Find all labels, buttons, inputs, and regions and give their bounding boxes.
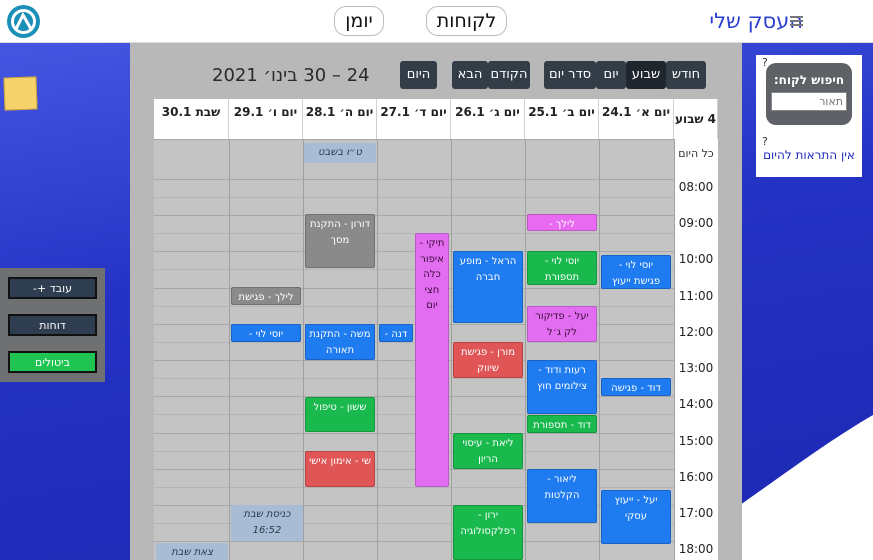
hour-label: 10:00 [678,252,714,266]
calendar-event[interactable]: יוסי לוי - תספורת [527,251,597,285]
week-number: 4 שבוע [674,99,718,139]
time-column [674,139,718,560]
calendar-event[interactable]: יעל - פדיקור לק ג׳ל [527,306,597,342]
shabbat-entry-event[interactable]: כניסת שבת 16:52 [231,505,303,541]
calendar-event[interactable]: יוסי לוי - פגישת ייעוץ [601,255,671,289]
calendar-event[interactable]: משה - התקנת תאורה [305,324,375,360]
all-day-label: כל היום [678,147,714,160]
logo-icon [11,9,36,34]
hour-label: 18:00 [678,542,714,556]
day-header-fri[interactable]: יום ו׳ 29.1 [229,99,303,139]
date-range-title: 24 – 30 בינו׳ 2021 [212,65,370,86]
hour-label: 09:00 [678,216,714,230]
shabbat-exit-event[interactable]: צאת שבת [156,543,228,560]
tab-diary[interactable]: יומן [334,6,384,36]
hour-label: 16:00 [678,470,714,484]
next-button[interactable]: הבא [452,61,488,89]
right-side-panel: ? חיפוש לקוח: ? אין התראות להיום [756,55,862,177]
alerts-help-icon[interactable]: ? [762,135,768,148]
week-view-button[interactable]: שבוע [626,61,666,89]
day-header-thu[interactable]: יום ה׳ 28.1 [303,99,377,139]
calendar-event[interactable]: ירון - רפלקסולוגיה [453,505,523,560]
employee-toggle-button[interactable]: עובד +- [8,277,97,299]
hamburger-menu-icon[interactable] [790,16,803,26]
month-view-button[interactable]: חודש [666,61,706,89]
hour-label: 17:00 [678,506,714,520]
hour-label: 12:00 [678,325,714,339]
day-header-wed[interactable]: יום ד׳ 27.1 [377,99,451,139]
calendar-event[interactable]: תיקי - איפור כלה חצי יום [415,233,449,487]
holiday-event[interactable]: ט״ו בשבט [304,143,376,163]
client-search-title: חיפוש לקוח: [773,73,845,87]
calendar-event[interactable]: מורן - פגישת שיווק [453,342,523,378]
today-button[interactable]: היום [400,61,437,89]
calendar-event[interactable]: שי - אימון אישי [305,451,375,487]
calendar-event[interactable]: יוסי לוי - פגישה [231,324,301,342]
tab-clients[interactable]: לקוחות [426,6,507,36]
no-alerts-text: אין התראות להיום [763,148,855,162]
top-header: יומן לקוחות העסק שלי [0,0,873,43]
calendar-event[interactable]: רעות ודוד - צילומים חוץ [527,360,597,414]
day-header-mon[interactable]: יום ב׳ 25.1 [525,99,599,139]
calendar-event[interactable]: לילך - פגישת ייעוץ [231,287,301,305]
day-header-sat[interactable]: שבת 30.1 [154,99,229,139]
cancellations-button[interactable]: ביטולים [8,351,97,373]
hour-label: 11:00 [678,289,714,303]
calendar-panel: 24 – 30 בינו׳ 2021 היום הבא הקודם סדר יו… [130,43,742,560]
client-search-input[interactable] [771,92,847,111]
calendar-event[interactable]: ליאת - עיסוי הריון [453,433,523,469]
brand-title: העסק שלי [709,9,803,33]
calendar-event[interactable]: דוד - תספורת [527,415,597,433]
client-search-box: חיפוש לקוח: [766,63,852,125]
calendar-event[interactable]: דורון - התקנת מסך [305,214,375,268]
day-view-button[interactable]: יום [596,61,626,89]
prev-button[interactable]: הקודם [488,61,530,89]
agenda-view-button[interactable]: סדר יום [544,61,596,89]
calendar-event[interactable]: לילך - צבע+גוונים [527,214,597,231]
calendar-event[interactable]: דוד - פגישה [601,378,671,396]
hour-label: 15:00 [678,434,714,448]
app-logo[interactable] [7,5,40,38]
week-grid: שבת 30.1 יום ו׳ 29.1 יום ה׳ 28.1 יום ד׳ … [154,99,718,560]
day-header-sun[interactable]: יום א׳ 24.1 [599,99,674,139]
reports-button[interactable]: דוחות [8,314,97,336]
day-header-tue[interactable]: יום ג׳ 26.1 [451,99,525,139]
sticky-note-icon[interactable] [3,76,38,111]
calendar-event[interactable]: הראל - מופע חברה [453,251,523,323]
hour-label: 13:00 [678,361,714,375]
hour-label: 14:00 [678,397,714,411]
calendar-event[interactable]: יעל - ייעוץ עסקי [601,490,671,544]
calendar-event[interactable]: ליאור - הקלטות [527,469,597,523]
calendar-event[interactable]: דנה - [379,324,413,342]
calendar-toolbar: 24 – 30 בינו׳ 2021 היום הבא הקודם סדר יו… [130,43,742,99]
left-action-panel: עובד +- דוחות ביטולים [0,268,105,382]
hour-label: 08:00 [678,180,714,194]
calendar-event[interactable]: ששון - טיפול [305,397,375,432]
